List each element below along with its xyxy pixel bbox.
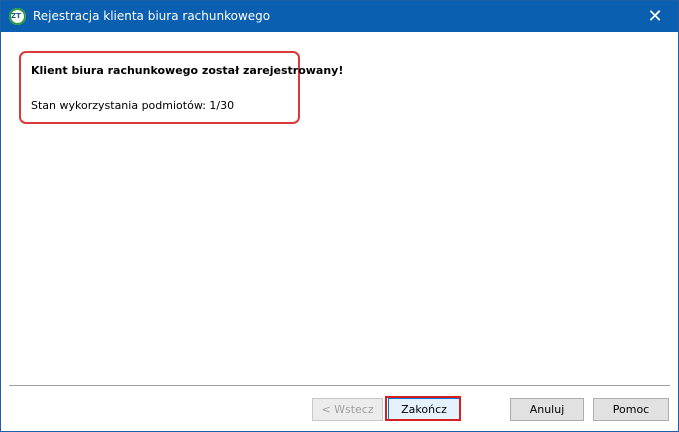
back-button[interactable]: < Wstecz xyxy=(312,398,383,421)
confirmation-panel: Klient biura rachunkowego został zarejes… xyxy=(19,51,343,124)
registration-dialog: Rejestracja klienta biura rachunkowego ✕… xyxy=(0,0,679,432)
window-title: Rejestracja klienta biura rachunkowego xyxy=(33,9,271,23)
close-icon: ✕ xyxy=(647,6,663,27)
usage-status-text: Stan wykorzystania podmiotów: 1/30 xyxy=(31,99,235,112)
dialog-content: Klient biura rachunkowego został zarejes… xyxy=(1,32,678,386)
app-logo-icon xyxy=(9,8,26,25)
title-bar[interactable]: Rejestracja klienta biura rachunkowego ✕ xyxy=(1,1,678,32)
help-button[interactable]: Pomoc xyxy=(593,398,669,421)
finish-button[interactable]: Zakończ xyxy=(388,398,460,421)
button-divider xyxy=(9,385,670,387)
close-button[interactable]: ✕ xyxy=(632,1,678,32)
registration-success-message: Klient biura rachunkowego został zarejes… xyxy=(31,64,344,77)
cancel-button[interactable]: Anuluj xyxy=(510,398,584,421)
